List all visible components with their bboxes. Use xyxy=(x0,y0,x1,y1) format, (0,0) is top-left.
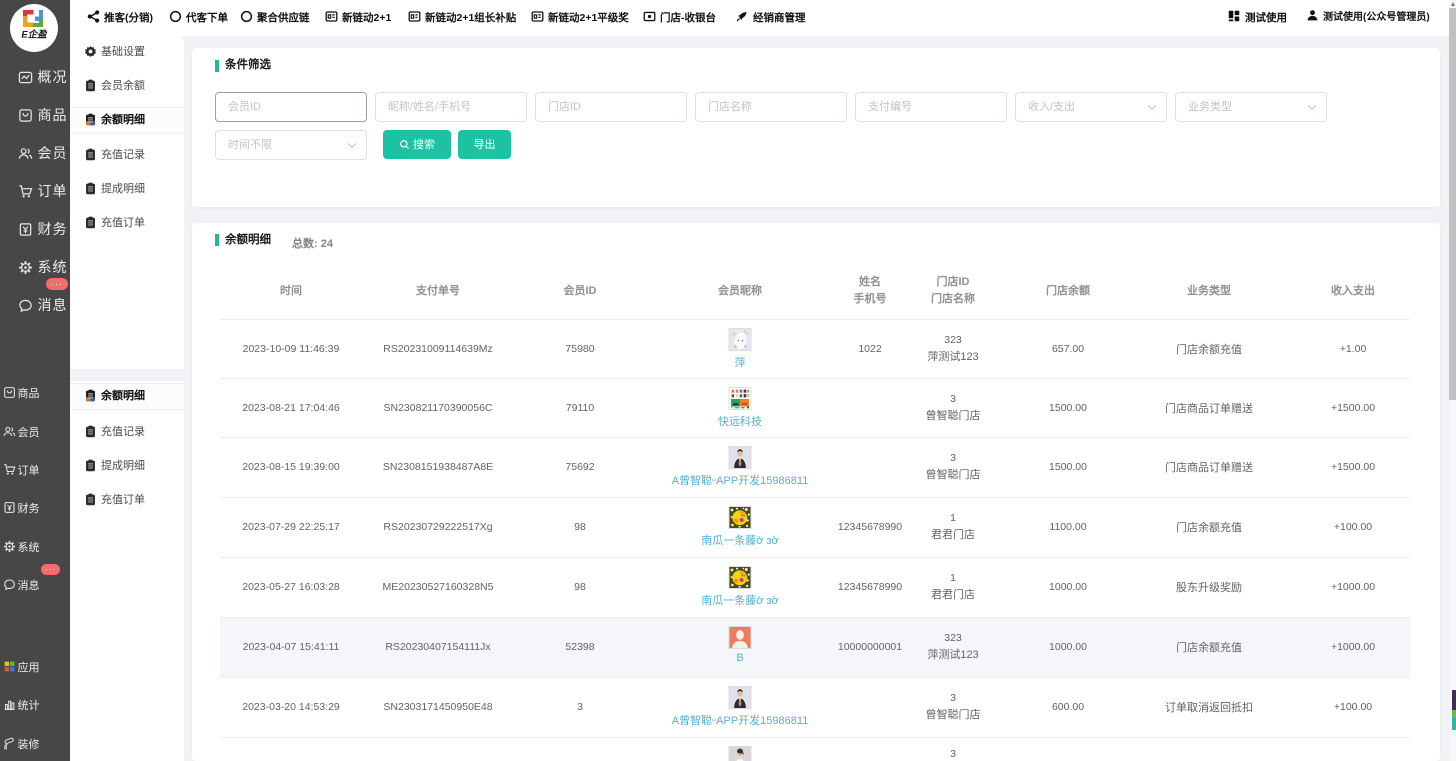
svg-text:E企盈: E企盈 xyxy=(21,29,48,41)
